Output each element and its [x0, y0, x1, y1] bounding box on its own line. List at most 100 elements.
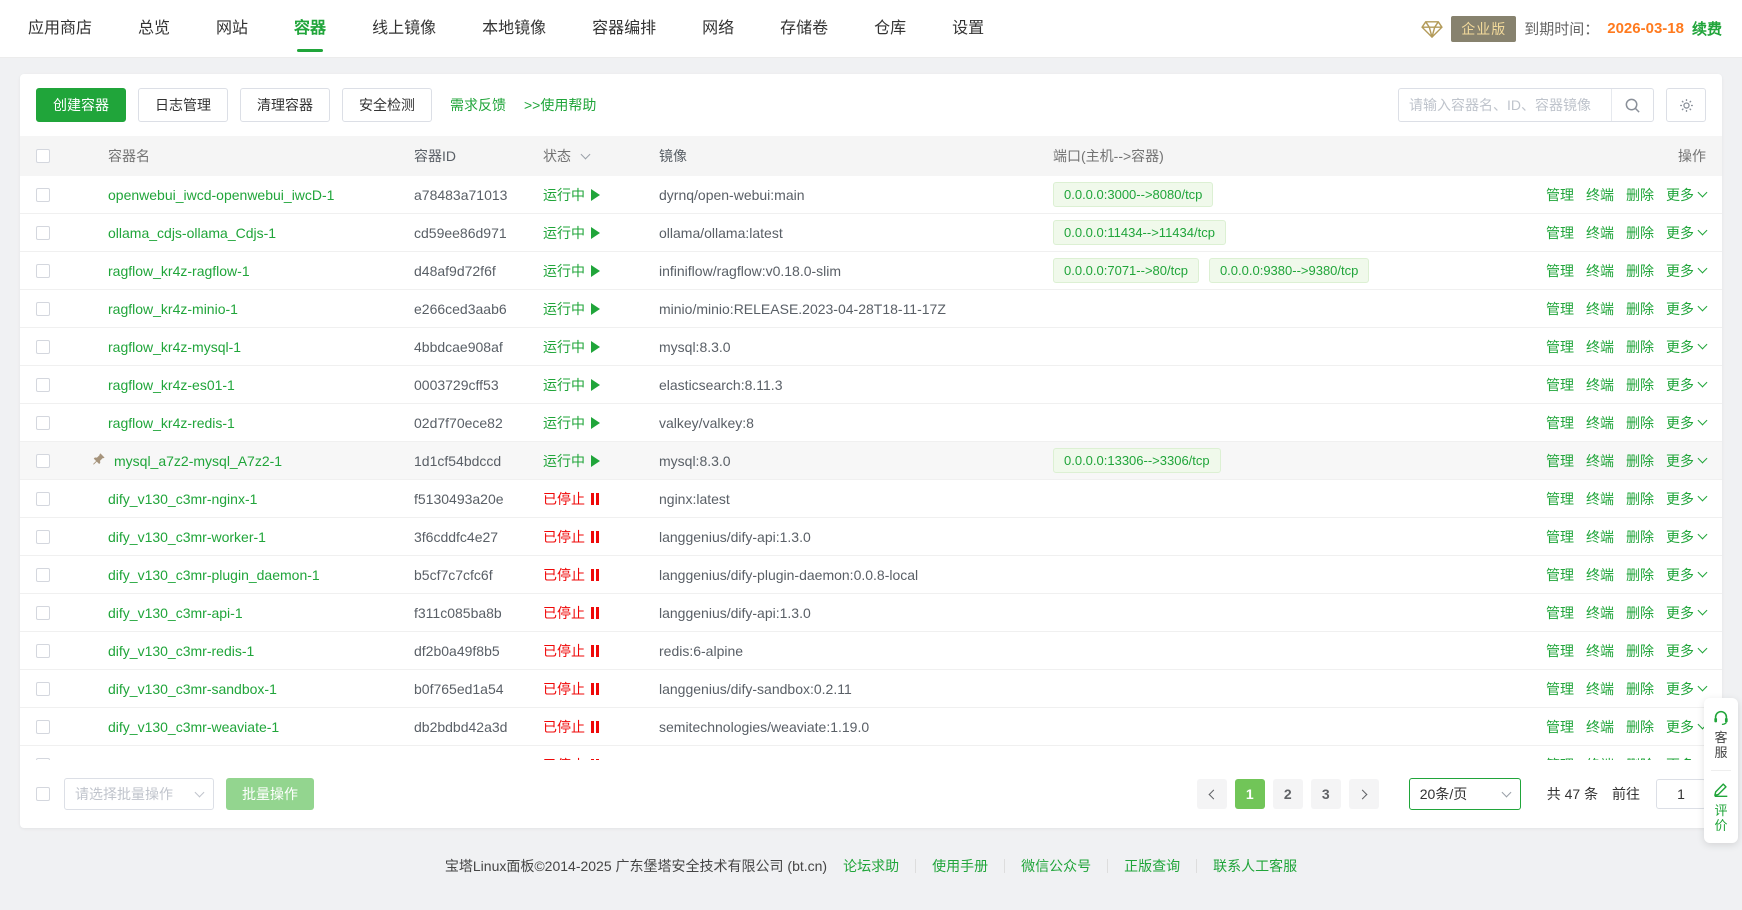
select-all-checkbox[interactable]: [36, 149, 50, 163]
action-more[interactable]: 更多: [1666, 565, 1706, 585]
action-terminal[interactable]: 终端: [1586, 641, 1614, 661]
container-name-link[interactable]: dify_v130_c3mr-api-1: [108, 605, 243, 621]
row-checkbox[interactable]: [36, 340, 50, 354]
create-container-button[interactable]: 创建容器: [36, 88, 126, 122]
row-checkbox[interactable]: [36, 302, 50, 316]
action-terminal[interactable]: 终端: [1586, 375, 1614, 395]
nav-item-8[interactable]: 存储卷: [780, 0, 828, 58]
row-checkbox[interactable]: [36, 720, 50, 734]
security-check-button[interactable]: 安全检测: [342, 88, 432, 122]
action-terminal[interactable]: 终端: [1586, 223, 1614, 243]
status-cell[interactable]: 已停止: [543, 717, 659, 737]
customer-service-button[interactable]: 客服: [1713, 708, 1729, 760]
status-cell[interactable]: 运行中: [543, 375, 659, 395]
footer-link-1[interactable]: 使用手册: [932, 856, 988, 876]
status-cell[interactable]: 已停止: [543, 489, 659, 509]
port-mapping-badge[interactable]: 0.0.0.0:9380-->9380/tcp: [1209, 258, 1369, 283]
search-button[interactable]: [1611, 89, 1653, 121]
container-name-link[interactable]: ollama_cdjs-ollama_Cdjs-1: [108, 225, 276, 241]
page-size-select[interactable]: 20条/页: [1409, 778, 1521, 810]
row-checkbox[interactable]: [36, 226, 50, 240]
action-more[interactable]: 更多: [1666, 375, 1706, 395]
footer-link-0[interactable]: 论坛求助: [843, 856, 899, 876]
status-cell[interactable]: 已停止: [543, 527, 659, 547]
action-manage[interactable]: 管理: [1546, 565, 1574, 585]
action-more[interactable]: 更多: [1666, 337, 1706, 357]
nav-item-0[interactable]: 应用商店: [28, 0, 92, 58]
container-name-link[interactable]: ragflow_kr4z-mysql-1: [108, 339, 241, 355]
action-terminal[interactable]: 终端: [1586, 527, 1614, 547]
action-terminal[interactable]: 终端: [1586, 337, 1614, 357]
row-checkbox[interactable]: [36, 606, 50, 620]
row-checkbox[interactable]: [36, 682, 50, 696]
port-mapping-badge[interactable]: 0.0.0.0:3000-->8080/tcp: [1053, 182, 1213, 207]
action-manage[interactable]: 管理: [1546, 223, 1574, 243]
nav-item-7[interactable]: 网络: [702, 0, 734, 58]
action-more[interactable]: 更多: [1666, 527, 1706, 547]
row-checkbox[interactable]: [36, 644, 50, 658]
container-name-link[interactable]: dify_v130_c3mr-nginx-1: [108, 491, 257, 507]
page-number-3[interactable]: 3: [1311, 779, 1341, 809]
action-more[interactable]: 更多: [1666, 717, 1706, 737]
footer-link-4[interactable]: 联系人工客服: [1213, 856, 1297, 876]
status-cell[interactable]: 已停止: [543, 755, 659, 761]
container-name-link[interactable]: ragflow_kr4z-minio-1: [108, 301, 238, 317]
goto-page-input[interactable]: [1656, 779, 1706, 809]
action-delete[interactable]: 删除: [1626, 489, 1654, 509]
container-name-link[interactable]: ragflow_kr4z-ragflow-1: [108, 263, 250, 279]
action-more[interactable]: 更多: [1666, 261, 1706, 281]
status-cell[interactable]: 已停止: [543, 565, 659, 585]
action-more[interactable]: 更多: [1666, 641, 1706, 661]
container-name-link[interactable]: ragflow_kr4z-es01-1: [108, 377, 235, 393]
nav-item-1[interactable]: 总览: [138, 0, 170, 58]
table-settings-button[interactable]: [1666, 88, 1706, 122]
action-more[interactable]: 更多: [1666, 755, 1706, 761]
action-terminal[interactable]: 终端: [1586, 717, 1614, 737]
batch-select-all-checkbox[interactable]: [36, 787, 50, 801]
action-terminal[interactable]: 终端: [1586, 299, 1614, 319]
action-manage[interactable]: 管理: [1546, 261, 1574, 281]
action-manage[interactable]: 管理: [1546, 755, 1574, 761]
row-checkbox[interactable]: [36, 416, 50, 430]
action-terminal[interactable]: 终端: [1586, 489, 1614, 509]
container-name-link[interactable]: mysql_a7z2-mysql_A7z2-1: [114, 453, 282, 469]
nav-item-3[interactable]: 容器: [294, 0, 326, 58]
status-cell[interactable]: 已停止: [543, 679, 659, 699]
batch-operation-select[interactable]: 请选择批量操作: [64, 778, 214, 810]
action-delete[interactable]: 删除: [1626, 527, 1654, 547]
action-manage[interactable]: 管理: [1546, 679, 1574, 699]
container-name-link[interactable]: dify_v130_c3mr-worker-1: [108, 529, 266, 545]
status-cell[interactable]: 运行中: [543, 223, 659, 243]
container-name-link[interactable]: dify_v130_c3mr-redis-1: [108, 643, 254, 659]
action-delete[interactable]: 删除: [1626, 337, 1654, 357]
row-checkbox[interactable]: [36, 188, 50, 202]
row-checkbox[interactable]: [36, 568, 50, 582]
page-number-1[interactable]: 1: [1235, 779, 1265, 809]
action-more[interactable]: 更多: [1666, 299, 1706, 319]
action-terminal[interactable]: 终端: [1586, 451, 1614, 471]
container-name-link[interactable]: dify_v130_c3mr-weaviate-1: [108, 719, 279, 735]
action-terminal[interactable]: 终端: [1586, 603, 1614, 623]
action-manage[interactable]: 管理: [1546, 717, 1574, 737]
action-more[interactable]: 更多: [1666, 489, 1706, 509]
action-more[interactable]: 更多: [1666, 451, 1706, 471]
action-delete[interactable]: 删除: [1626, 185, 1654, 205]
status-cell[interactable]: 运行中: [543, 337, 659, 357]
status-cell[interactable]: 已停止: [543, 603, 659, 623]
port-mapping-badge[interactable]: 0.0.0.0:13306-->3306/tcp: [1053, 448, 1221, 473]
action-delete[interactable]: 删除: [1626, 603, 1654, 623]
container-name-link[interactable]: openwebui_iwcd-openwebui_iwcD-1: [108, 187, 334, 203]
action-delete[interactable]: 删除: [1626, 717, 1654, 737]
footer-link-2[interactable]: 微信公众号: [1021, 856, 1091, 876]
action-manage[interactable]: 管理: [1546, 299, 1574, 319]
row-checkbox[interactable]: [36, 454, 50, 468]
port-mapping-badge[interactable]: 0.0.0.0:7071-->80/tcp: [1053, 258, 1199, 283]
search-input[interactable]: [1399, 89, 1611, 121]
batch-operation-button[interactable]: 批量操作: [226, 778, 314, 810]
action-more[interactable]: 更多: [1666, 413, 1706, 433]
action-delete[interactable]: 删除: [1626, 261, 1654, 281]
action-more[interactable]: 更多: [1666, 185, 1706, 205]
nav-item-10[interactable]: 设置: [952, 0, 984, 58]
header-status-filter[interactable]: 状态: [543, 146, 659, 166]
status-cell[interactable]: 运行中: [543, 451, 659, 471]
